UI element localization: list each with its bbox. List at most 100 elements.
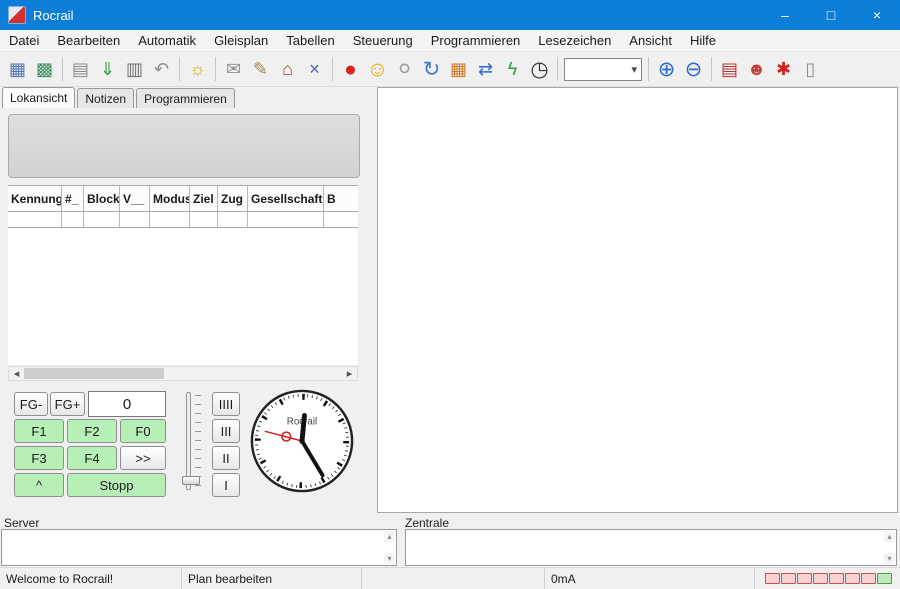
menu-item-automatik[interactable]: Automatik [129,31,205,50]
bulb-icon[interactable]: ☼ [184,56,211,83]
speed-step-4-button[interactable]: IIII [212,392,240,416]
zentrale-log[interactable]: ▴ ▾ [405,529,897,566]
menu-item-gleisplan[interactable]: Gleisplan [205,31,277,50]
table-cell-empty [218,212,248,227]
toolbar-combobox[interactable]: ▾ [564,57,642,81]
speed-step-3-button[interactable]: III [212,419,240,443]
tab-programmieren[interactable]: Programmieren [136,88,235,108]
column-header-gesellschaft[interactable]: Gesellschaft [248,186,324,211]
close-button[interactable]: × [854,0,900,30]
column-header-kennung[interactable]: Kennung [8,186,62,211]
chat-icon[interactable]: ✉ [220,56,247,83]
zoom-out-icon[interactable]: ⊖ [680,56,707,83]
plug-icon[interactable]: ϟ [499,56,526,83]
table-cell-empty [8,212,62,227]
toolbar-separator [179,57,180,81]
table-cell-empty [84,212,120,227]
column-header-modus[interactable]: Modus [150,186,190,211]
loco-panel: Lokansicht Notizen Programmieren Kennung… [0,87,372,515]
column-header-number[interactable]: #_ [62,186,84,211]
toolbar-separator [711,57,712,81]
speed-slider[interactable] [182,390,204,494]
zoom-in-icon[interactable]: ⊕ [653,56,680,83]
print-icon[interactable]: ▥ [121,56,148,83]
led-indicator [861,573,876,584]
clock-face: Rocrail [250,389,354,493]
fg-plus-button[interactable]: FG+ [50,392,85,416]
column-header-b[interactable]: B [324,186,358,211]
home-icon[interactable]: ⌂ [274,56,301,83]
blocks-icon[interactable]: ▦ [445,56,472,83]
smiley-icon[interactable]: ☺ [364,56,391,83]
slider-thumb[interactable] [182,476,200,485]
scroll-up-icon[interactable]: ▴ [384,531,395,542]
menu-item-datei[interactable]: Datei [0,31,48,50]
tab-lokansicht[interactable]: Lokansicht [2,87,76,108]
slider-ticks [195,395,201,489]
ghost-icon[interactable]: ⚪ [391,56,418,83]
server-log[interactable]: ▴ ▾ [1,529,397,566]
users-icon[interactable]: ☻ [743,56,770,83]
power-icon[interactable]: ● [337,56,364,83]
f3-button[interactable]: F3 [14,446,64,470]
report-icon[interactable]: ▤ [716,56,743,83]
f4-button[interactable]: F4 [67,446,117,470]
scroll-up-icon[interactable]: ▴ [884,531,895,542]
horizontal-scrollbar[interactable]: ◂ ▸ [8,366,358,381]
pencil-icon[interactable]: ✎ [247,56,274,83]
column-header-block[interactable]: Block [84,186,120,211]
led-indicator [845,573,860,584]
f1-button[interactable]: F1 [14,419,64,443]
loco-table-header: Kennung #_ Block V__ Modus Ziel Zug Gese… [8,185,358,212]
undo-icon[interactable]: ↶ [148,56,175,83]
toolbar-separator [557,57,558,81]
rocview-icon[interactable]: ▩ [31,56,58,83]
menu-item-programmieren[interactable]: Programmieren [422,31,530,50]
workspace-icon[interactable]: ▦ [4,56,31,83]
speed-step-2-button[interactable]: II [212,446,240,470]
open-icon[interactable]: ▤ [67,56,94,83]
chevron-down-icon[interactable]: ▾ [627,63,641,76]
maximize-button[interactable]: □ [808,0,854,30]
status-current: 0mA [545,568,755,589]
save-icon[interactable]: ⇓ [94,56,121,83]
f0-button[interactable]: F0 [120,419,166,443]
scroll-down-icon[interactable]: ▾ [384,553,395,564]
clock-icon[interactable]: ◷ [526,56,553,83]
menu-item-lesezeichen[interactable]: Lesezeichen [529,31,620,50]
menu-item-bearbeiten[interactable]: Bearbeiten [48,31,129,50]
table-cell-empty [324,212,358,227]
trackplan-canvas[interactable] [377,87,898,513]
tab-notizen[interactable]: Notizen [77,88,135,108]
menu-item-tabellen[interactable]: Tabellen [277,31,343,50]
menu-item-steuerung[interactable]: Steuerung [344,31,422,50]
analog-clock: Rocrail [248,387,356,495]
f2-button[interactable]: F2 [67,419,117,443]
more-functions-button[interactable]: >> [120,446,166,470]
scroll-down-icon[interactable]: ▾ [884,553,895,564]
menu-item-ansicht[interactable]: Ansicht [620,31,681,50]
scroll-left-icon[interactable]: ◂ [9,367,24,380]
toolbar-separator [332,57,333,81]
speed-step-1-button[interactable]: I [212,473,240,497]
menu-item-hilfe[interactable]: Hilfe [681,31,725,50]
burst-icon[interactable]: ✱ [770,56,797,83]
direction-button[interactable]: ^ [14,473,64,497]
minimize-button[interactable]: – [762,0,808,30]
column-header-ziel[interactable]: Ziel [190,186,218,211]
status-message: Welcome to Rocrail! [0,568,182,589]
scroll-right-icon[interactable]: ▸ [342,367,357,380]
column-header-v[interactable]: V__ [120,186,150,211]
fg-minus-button[interactable]: FG- [14,392,48,416]
server-label: Server [4,516,40,530]
scrollbar-thumb[interactable] [24,368,164,379]
loco-table-body[interactable] [8,228,358,365]
swap-icon[interactable]: ⇄ [472,56,499,83]
stop-button[interactable]: Stopp [67,473,166,497]
window-controls: – □ × [762,0,900,30]
query-icon[interactable]: ↻ [418,56,445,83]
delete-icon[interactable]: × [301,56,328,83]
column-header-zug[interactable]: Zug [218,186,248,211]
toolbar-separator [648,57,649,81]
page-icon[interactable]: ▯ [797,56,824,83]
